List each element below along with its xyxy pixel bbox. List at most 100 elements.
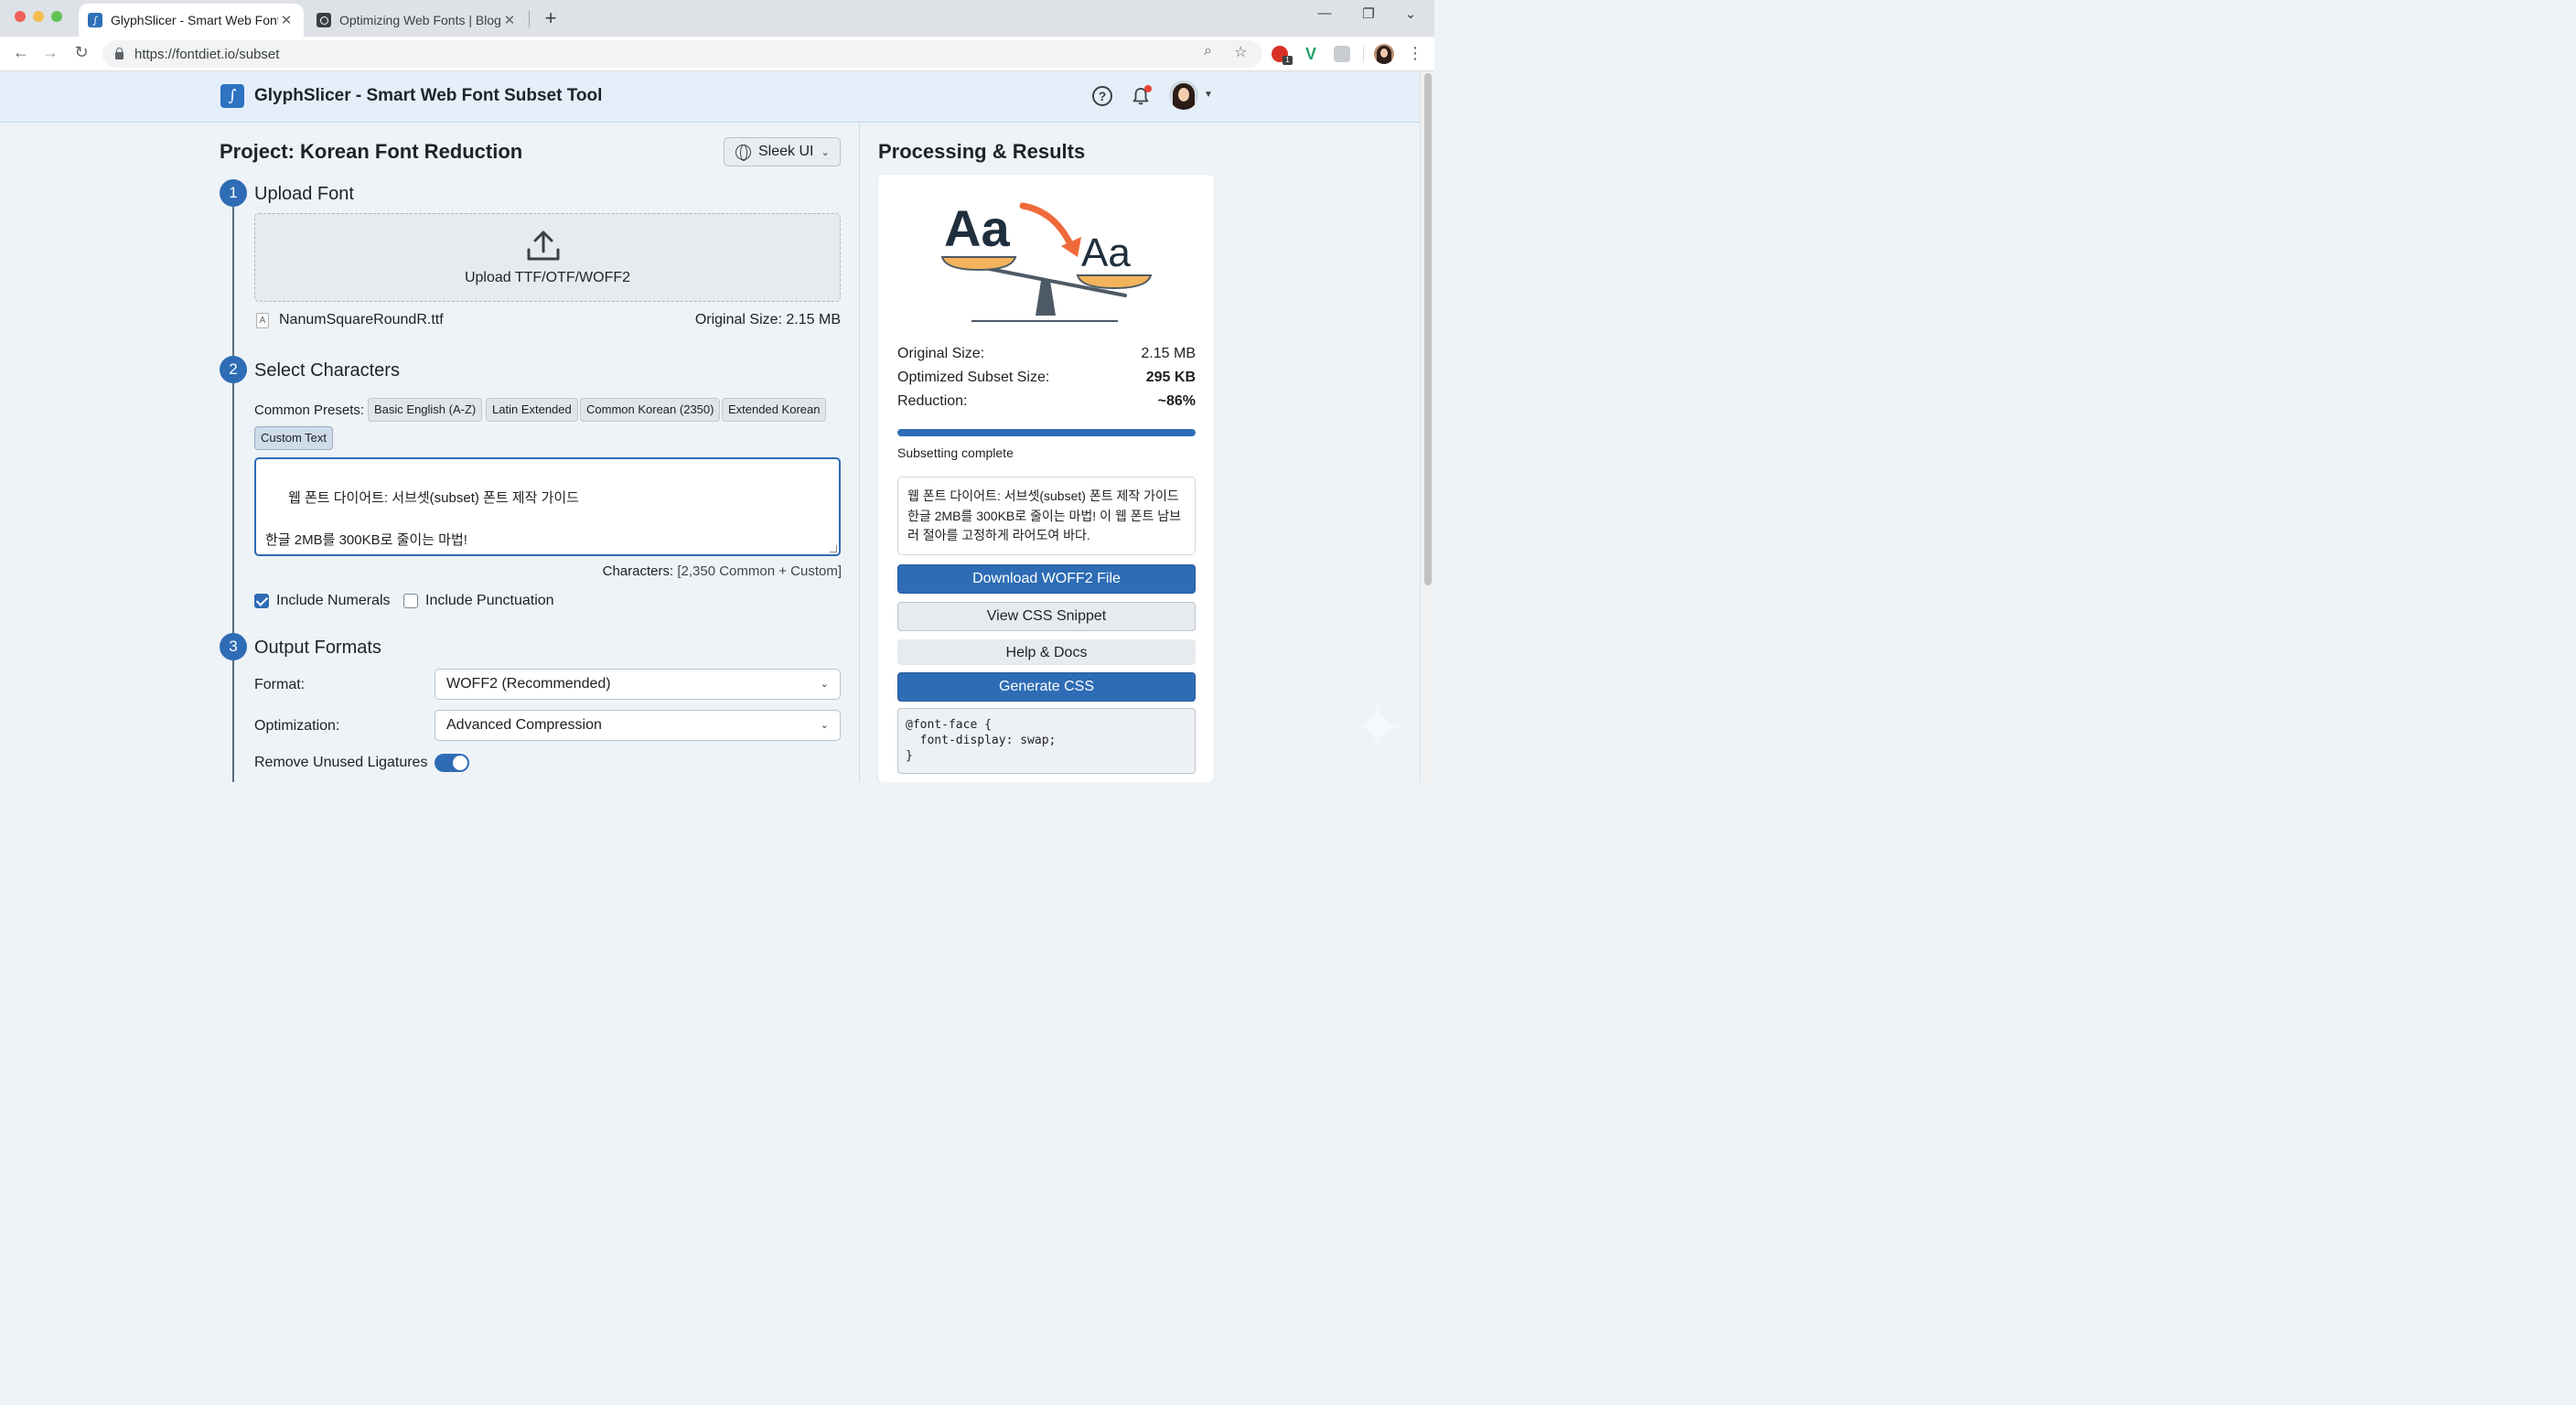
page-scrollbar[interactable] — [1420, 71, 1434, 782]
font-file-icon: A — [256, 313, 269, 328]
results-card: Aa Aa Original Size: 2.15 MB Optimized S… — [878, 175, 1214, 782]
close-tab-icon[interactable]: ✕ — [278, 12, 295, 28]
close-window-button[interactable] — [15, 11, 26, 22]
tab-title: Optimizing Web Fonts | Blog | — [339, 13, 501, 27]
more-menu-icon[interactable]: ⋮ — [1407, 44, 1423, 63]
preset-common-korean[interactable]: Common Korean (2350) — [580, 398, 721, 422]
step-number-1: 1 — [220, 179, 247, 207]
css-snippet[interactable]: @font-face { font-display: swap; } — [897, 708, 1196, 774]
extension-v-icon[interactable]: V — [1303, 45, 1319, 63]
stat-label: Original Size: — [897, 346, 985, 361]
optimization-value: Advanced Compression — [446, 717, 602, 733]
include-punctuation-option[interactable]: Include Punctuation — [403, 593, 554, 609]
new-tab-icon[interactable]: + — [540, 7, 562, 29]
include-punctuation-checkbox[interactable] — [403, 594, 418, 608]
chevron-down-icon: ⌄ — [820, 679, 829, 690]
tab-blog[interactable]: Optimizing Web Fonts | Blog | ✕ — [307, 4, 527, 37]
step-number-2: 2 — [220, 356, 247, 383]
chevron-down-icon[interactable]: ⌄ — [1400, 5, 1422, 22]
scale-pan-right — [1076, 274, 1153, 290]
stat-value: 2.15 MB — [1141, 346, 1196, 361]
minimize-icon[interactable]: — — [1314, 5, 1336, 21]
theme-selector-button[interactable]: Sleek UI ⌄ — [724, 137, 841, 166]
optimization-select[interactable]: Advanced Compression ⌄ — [435, 710, 841, 741]
remove-ligatures-toggle[interactable] — [435, 754, 469, 772]
minimize-window-button[interactable] — [33, 11, 44, 22]
stat-reduction: Reduction: ~86% — [897, 393, 1196, 413]
custom-text-input[interactable]: 웹 폰트 다이어트: 서브셋(subset) 폰트 제작 가이드 한글 2MB를… — [254, 457, 841, 556]
zoom-icon[interactable]: ⌕ — [1204, 43, 1212, 59]
stat-value: ~86% — [1157, 393, 1196, 409]
bookmark-star-icon[interactable]: ☆ — [1234, 43, 1247, 61]
zoom-window-button[interactable] — [51, 11, 62, 22]
stat-value: 295 KB — [1145, 370, 1196, 385]
blog-favicon-icon — [317, 13, 331, 27]
upload-dropzone[interactable]: Upload TTF/OTF/WOFF2 — [254, 213, 841, 302]
progress-bar — [897, 429, 1196, 436]
project-title: Project: Korean Font Reduction — [220, 140, 523, 163]
globe-icon — [735, 144, 751, 161]
lock-icon — [115, 48, 123, 59]
preset-extended-korean[interactable]: Extended Korean — [722, 398, 827, 422]
scale-pan-left — [940, 256, 1017, 272]
forward-arrow-icon[interactable]: → — [40, 43, 60, 62]
tab-glyphslicer[interactable]: ∫ GlyphSlicer - Smart Web Font ✕ — [79, 4, 304, 37]
chevron-down-icon: ⌄ — [821, 146, 830, 158]
stat-original-size: Original Size: 2.15 MB — [897, 346, 1196, 366]
generate-css-button[interactable]: Generate CSS — [897, 672, 1196, 702]
include-numerals-checkbox[interactable] — [254, 594, 269, 608]
browser-window: ∫ GlyphSlicer - Smart Web Font ✕ Optimiz… — [0, 0, 1434, 782]
tab-strip: ∫ GlyphSlicer - Smart Web Font ✕ Optimiz… — [0, 0, 1434, 37]
help-icon[interactable]: ? — [1092, 86, 1112, 106]
shrink-arrow — [1019, 202, 1076, 252]
help-docs-button[interactable]: Help & Docs — [897, 639, 1196, 665]
scale-stand — [1036, 281, 1056, 316]
glyphslicer-favicon-icon: ∫ — [88, 13, 102, 27]
url-text: https://fontdiet.io/subset — [134, 46, 280, 62]
preset-latin-extended[interactable]: Latin Extended — [486, 398, 578, 422]
upload-label: Upload TTF/OTF/WOFF2 — [464, 270, 631, 285]
user-avatar[interactable] — [1169, 80, 1198, 110]
app-title: GlyphSlicer - Smart Web Font Subset Tool — [254, 86, 603, 105]
toolbar-divider — [1363, 46, 1364, 62]
preset-basic-english[interactable]: Basic English (A-Z) — [368, 398, 483, 422]
character-count: Characters: [2,350 Common + Custom] — [603, 563, 842, 579]
extension-grey-icon[interactable] — [1334, 46, 1350, 62]
upload-icon — [527, 231, 560, 261]
close-tab-icon[interactable]: ✕ — [501, 12, 518, 28]
format-value: WOFF2 (Recommended) — [446, 676, 611, 692]
settings-panel: Project: Korean Font Reduction Sleek UI … — [220, 123, 842, 782]
sparkle-icon — [1356, 704, 1400, 748]
status-text: Subsetting complete — [897, 445, 1014, 460]
panel-divider — [859, 123, 860, 782]
font-scale-illustration: Aa Aa — [940, 199, 1153, 322]
stat-label: Reduction: — [897, 393, 968, 409]
address-bar[interactable]: https://fontdiet.io/subset — [102, 40, 1262, 68]
illustration-big-text: Aa — [944, 199, 1010, 257]
extension-badge: 1 — [1283, 56, 1293, 65]
preset-custom-text[interactable]: Custom Text — [254, 426, 334, 450]
character-count-value: [2,350 Common + Custom] — [677, 563, 842, 579]
include-numerals-label: Include Numerals — [276, 593, 391, 608]
format-select[interactable]: WOFF2 (Recommended) ⌄ — [435, 669, 841, 700]
view-css-button[interactable]: View CSS Snippet — [897, 602, 1196, 631]
back-arrow-icon[interactable]: ← — [11, 43, 31, 62]
step-title-output: Output Formats — [254, 638, 381, 658]
download-woff2-button[interactable]: Download WOFF2 File — [897, 564, 1196, 594]
scrollbar-thumb[interactable] — [1424, 73, 1432, 585]
restore-icon[interactable]: ❐ — [1358, 5, 1379, 22]
step-title-upload: Upload Font — [254, 184, 354, 204]
tab-title: GlyphSlicer - Smart Web Font — [111, 13, 278, 27]
presets-label: Common Presets: — [254, 402, 365, 418]
browser-profile-avatar[interactable] — [1374, 44, 1394, 64]
resize-handle[interactable] — [830, 545, 837, 552]
step-title-characters: Select Characters — [254, 360, 400, 381]
optimization-label: Optimization: — [254, 718, 340, 734]
caret-down-icon[interactable]: ▼ — [1204, 90, 1213, 100]
reload-icon[interactable]: ↻ — [71, 43, 91, 62]
include-numerals-option[interactable]: Include Numerals — [254, 593, 391, 609]
original-size: Original Size: 2.15 MB — [694, 312, 841, 327]
tab-divider — [529, 11, 530, 27]
format-label: Format: — [254, 677, 306, 692]
font-preview: 웹 폰트 다이어트: 서브셋(subset) 폰트 제작 가이드 한글 2MB를… — [897, 477, 1196, 555]
